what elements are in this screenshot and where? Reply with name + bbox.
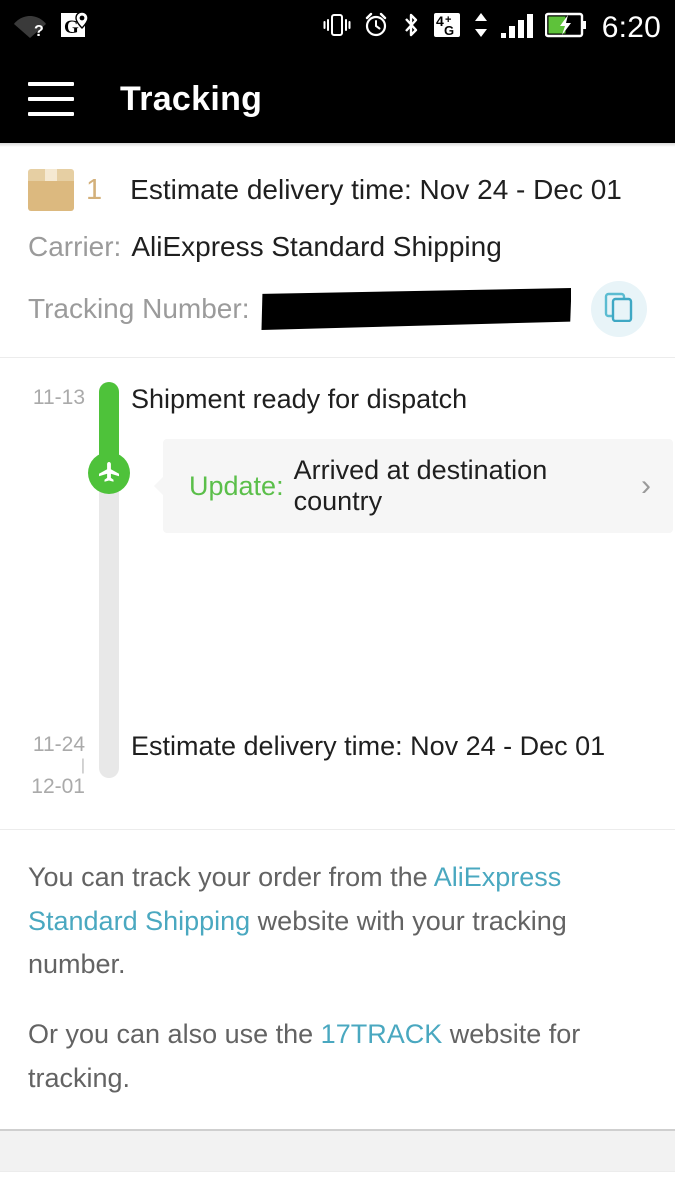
update-callout[interactable]: Update: Arrived at destination country › — [154, 439, 673, 533]
alarm-icon — [362, 11, 390, 44]
timeline-event-text: Estimate delivery time: Nov 24 - Dec 01 — [131, 731, 606, 761]
carrier-value: AliExpress Standard Shipping — [131, 231, 502, 262]
status-bar: ? G 4 + G 6:20 — [0, 0, 675, 55]
bluetooth-icon — [401, 11, 421, 44]
status-bar-clock: 6:20 — [601, 10, 661, 44]
svg-text:G: G — [444, 23, 454, 38]
data-transfer-icon — [473, 11, 489, 44]
help-paragraph-1: You can track your order from the AliExp… — [28, 856, 647, 987]
update-text: Arrived at destination country — [293, 455, 548, 516]
section-separator-band — [0, 1130, 675, 1171]
tracking-number-row: Tracking Number: — [28, 281, 647, 337]
shipment-summary: 1 Estimate delivery time: Nov 24 - Dec 0… — [0, 147, 675, 357]
timeline-event-date: 11-13 — [0, 382, 99, 410]
status-bar-left-icons: ? G — [14, 10, 90, 45]
airplane-icon — [88, 452, 130, 494]
app-bar: Tracking — [0, 55, 675, 143]
package-count: 1 — [86, 173, 103, 206]
update-label: Update: — [189, 470, 284, 501]
help-text-2a: Or you can also use the — [28, 1019, 321, 1050]
status-bar-right-icons: 4 + G 6:20 — [323, 10, 661, 45]
tracking-number-redaction — [261, 288, 572, 330]
timeline-event-date: 11-24 | 12-01 — [0, 729, 99, 799]
app-screen: ? G 4 + G 6:20 Tracking 1 Estimate deliv… — [0, 0, 675, 1200]
chevron-right-icon: › — [641, 469, 651, 502]
wifi-question-icon: ? — [14, 12, 46, 43]
timeline-event-text: Shipment ready for dispatch — [131, 384, 468, 414]
timeline-event: 11-24 | 12-01 Estimate delivery time: No… — [0, 729, 675, 799]
timeline-date-start: 11-24 — [32, 733, 85, 756]
timeline-date-value: 11-13 — [32, 386, 85, 409]
timeline-event: 11-13 Shipment ready for dispatch — [0, 382, 675, 415]
help-text-1a: You can track your order from the — [28, 861, 434, 892]
estimate-row: 1 Estimate delivery time: Nov 24 - Dec 0… — [28, 169, 647, 211]
package-box-icon — [28, 169, 74, 211]
tracking-number-label: Tracking Number: — [28, 293, 250, 324]
carrier-label: Carrier: — [28, 231, 122, 262]
carrier-row: Carrier: AliExpress Standard Shipping — [28, 231, 647, 263]
update-callout-wrapper: Update: Arrived at destination country › — [154, 439, 675, 533]
signal-bars-icon — [500, 11, 534, 44]
help-paragraph-2: Or you can also use the 17TRACK website … — [28, 1013, 647, 1100]
battery-charging-icon — [544, 12, 587, 43]
copy-icon — [604, 292, 634, 327]
tracking-timeline: 11-13 Shipment ready for dispatch Update… — [0, 358, 675, 829]
vibrate-icon — [323, 11, 351, 44]
hamburger-menu-icon[interactable] — [28, 82, 74, 116]
copy-tracking-number-button[interactable] — [591, 281, 647, 337]
maps-location-icon: G — [60, 10, 90, 45]
network-4g-plus-icon: 4 + G — [432, 10, 462, 45]
svg-text:?: ? — [34, 23, 44, 38]
seventeen-track-link[interactable]: 17TRACK — [321, 1019, 443, 1049]
timeline-date-separator: | — [80, 757, 85, 775]
svg-text:4: 4 — [436, 13, 444, 29]
help-text-section: You can track your order from the AliExp… — [0, 829, 675, 1129]
ship-to-header: Ship to — [0, 1171, 675, 1200]
timeline-date-end: 12-01 — [31, 774, 85, 798]
page-title: Tracking — [120, 79, 263, 118]
estimate-delivery-time: Estimate delivery time: Nov 24 - Dec 01 — [130, 174, 622, 205]
